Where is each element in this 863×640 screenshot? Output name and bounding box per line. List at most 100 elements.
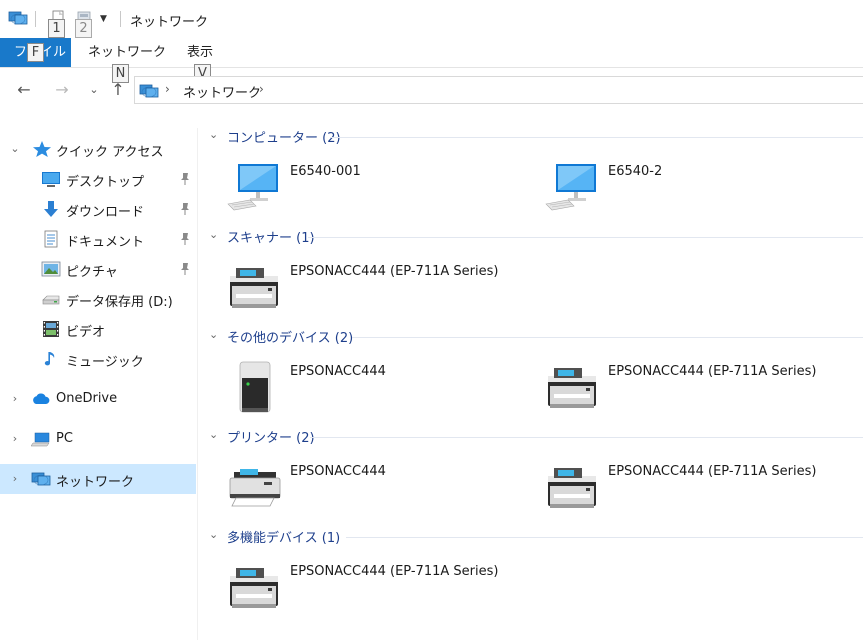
printer-icon bbox=[226, 460, 284, 518]
drive-icon bbox=[41, 290, 61, 308]
collapse-chevron-down-icon[interactable]: ⌄ bbox=[209, 328, 218, 341]
nav-item-network[interactable]: › ネットワーク bbox=[0, 464, 196, 494]
nav-label: ビデオ bbox=[66, 325, 106, 340]
nav-item-music[interactable]: ミュージック bbox=[0, 344, 196, 374]
nav-label: クイック アクセス bbox=[56, 145, 164, 160]
music-icon bbox=[41, 350, 61, 368]
group-divider bbox=[310, 437, 863, 438]
network-icon bbox=[139, 82, 159, 100]
pin-icon[interactable] bbox=[178, 172, 192, 186]
ribbon-tabs: ファイル F ネットワーク 表示 N V bbox=[0, 38, 863, 83]
group-header-printers[interactable]: ⌄ プリンター (2) bbox=[200, 425, 863, 447]
expand-chevron-right-icon[interactable]: › bbox=[8, 472, 22, 485]
computer-icon bbox=[226, 160, 284, 218]
forward-arrow-icon[interactable]: → bbox=[52, 80, 72, 99]
group-divider bbox=[346, 537, 863, 538]
collapse-chevron-down-icon[interactable]: ⌄ bbox=[209, 228, 218, 241]
tile-other-device[interactable]: EPSONACC444 (EP-711A Series) bbox=[518, 360, 838, 420]
customize-quick-access-chevron-down-icon[interactable]: ▼ bbox=[100, 14, 107, 24]
nav-label: ダウンロード bbox=[66, 205, 145, 220]
nav-item-desktop[interactable]: デスクトップ bbox=[0, 164, 196, 194]
tile-scanner[interactable]: EPSONACC444 (EP-711A Series) bbox=[200, 260, 520, 320]
video-icon bbox=[41, 320, 61, 338]
collapse-chevron-down-icon[interactable]: ⌄ bbox=[209, 128, 218, 141]
pc-icon bbox=[31, 430, 51, 448]
nav-label: PC bbox=[56, 431, 73, 446]
nav-item-pc[interactable]: › PC bbox=[0, 424, 196, 454]
tile-label: E6540-2 bbox=[608, 164, 663, 179]
up-arrow-icon[interactable]: ↑ bbox=[108, 80, 128, 99]
tile-multifunction-device[interactable]: EPSONACC444 (EP-711A Series) bbox=[200, 560, 520, 620]
breadcrumb-chevron-right-icon[interactable]: › bbox=[165, 82, 170, 96]
nav-label: OneDrive bbox=[56, 391, 118, 406]
nav-label: ドキュメント bbox=[66, 235, 145, 250]
tile-computer[interactable]: E6540-2 bbox=[518, 160, 838, 220]
nav-label: デスクトップ bbox=[66, 175, 145, 190]
window-title: ネットワーク bbox=[130, 15, 209, 30]
collapse-chevron-down-icon[interactable]: ⌄ bbox=[209, 528, 218, 541]
group-label: 多機能デバイス (1) bbox=[227, 531, 341, 546]
mfp-printer-icon bbox=[544, 460, 602, 518]
nav-item-data-drive[interactable]: データ保存用 (D:) bbox=[0, 284, 196, 314]
tile-printer[interactable]: EPSONACC444 (EP-711A Series) bbox=[518, 460, 838, 520]
nav-label: ピクチャ bbox=[66, 265, 118, 280]
tile-printer[interactable]: EPSONACC444 bbox=[200, 460, 520, 520]
pin-icon[interactable] bbox=[178, 202, 192, 216]
star-icon bbox=[32, 140, 52, 158]
expand-chevron-right-icon[interactable]: › bbox=[8, 392, 22, 405]
mfp-printer-icon bbox=[226, 260, 284, 318]
mfp-printer-icon bbox=[544, 360, 602, 418]
group-divider bbox=[352, 337, 863, 338]
tab-network[interactable]: ネットワーク bbox=[88, 38, 166, 67]
title-separator bbox=[120, 11, 121, 27]
tile-label: EPSONACC444 bbox=[290, 364, 386, 379]
tile-other-device[interactable]: EPSONACC444 bbox=[200, 360, 520, 420]
nav-label: データ保存用 (D:) bbox=[66, 295, 173, 310]
document-icon bbox=[41, 230, 61, 248]
breadcrumb-chevron-right-icon[interactable]: › bbox=[259, 82, 264, 96]
tile-label: EPSONACC444 (EP-711A Series) bbox=[290, 564, 499, 579]
mfp-printer-icon bbox=[226, 560, 284, 618]
breadcrumb-network[interactable]: ネットワーク bbox=[183, 82, 261, 101]
expand-chevron-right-icon[interactable]: › bbox=[8, 432, 22, 445]
title-separator bbox=[35, 11, 36, 27]
navigation-bar: ← → ⌄ ↑ › ネットワーク › bbox=[0, 72, 863, 108]
nav-item-videos[interactable]: ビデオ bbox=[0, 314, 196, 344]
desktop-icon bbox=[41, 170, 61, 188]
tile-label: EPSONACC444 (EP-711A Series) bbox=[290, 264, 499, 279]
network-icon[interactable] bbox=[8, 9, 28, 27]
group-header-other-devices[interactable]: ⌄ その他のデバイス (2) bbox=[200, 325, 863, 347]
recent-locations-chevron-down-icon[interactable]: ⌄ bbox=[84, 83, 104, 96]
group-label: コンピューター (2) bbox=[227, 131, 341, 146]
nav-item-onedrive[interactable]: › OneDrive bbox=[0, 384, 196, 414]
group-header-scanners[interactable]: ⌄ スキャナー (1) bbox=[200, 225, 863, 247]
group-header-multifunction-devices[interactable]: ⌄ 多機能デバイス (1) bbox=[200, 525, 863, 547]
content-pane: ⌄ コンピューター (2) E6540-001 E6540-2 ⌄ スキャナー … bbox=[200, 120, 863, 640]
collapse-chevron-down-icon[interactable]: ⌄ bbox=[209, 428, 218, 441]
nav-item-quick-access[interactable]: ⌄ クイック アクセス bbox=[0, 134, 196, 164]
nav-label: ミュージック bbox=[66, 355, 144, 370]
back-arrow-icon[interactable]: ← bbox=[14, 80, 34, 99]
title-bar: 1 2 ▼ ネットワーク bbox=[0, 0, 863, 38]
tab-view[interactable]: 表示 bbox=[187, 38, 213, 67]
expand-chevron-down-icon[interactable]: ⌄ bbox=[8, 142, 22, 155]
group-divider bbox=[308, 237, 863, 238]
keytip-file: F bbox=[27, 43, 44, 62]
pin-icon[interactable] bbox=[178, 262, 192, 276]
address-bar[interactable]: › ネットワーク › bbox=[134, 76, 863, 104]
tile-computer[interactable]: E6540-001 bbox=[200, 160, 520, 220]
nav-item-documents[interactable]: ドキュメント bbox=[0, 224, 196, 254]
navigation-pane: ⌄ クイック アクセス デスクトップ ダウンロード ドキュメント ピクチャ デー… bbox=[0, 128, 198, 640]
tile-label: EPSONACC444 bbox=[290, 464, 386, 479]
group-label: スキャナー (1) bbox=[227, 231, 315, 246]
group-label: その他のデバイス (2) bbox=[227, 331, 354, 346]
nav-label: ネットワーク bbox=[56, 475, 135, 490]
network-icon bbox=[31, 470, 51, 488]
nav-item-pictures[interactable]: ピクチャ bbox=[0, 254, 196, 284]
group-header-computers[interactable]: ⌄ コンピューター (2) bbox=[200, 125, 863, 147]
server-device-icon bbox=[226, 360, 284, 418]
nav-item-downloads[interactable]: ダウンロード bbox=[0, 194, 196, 224]
download-icon bbox=[41, 200, 61, 218]
pin-icon[interactable] bbox=[178, 232, 192, 246]
keytip-qa1: 1 bbox=[48, 19, 65, 38]
